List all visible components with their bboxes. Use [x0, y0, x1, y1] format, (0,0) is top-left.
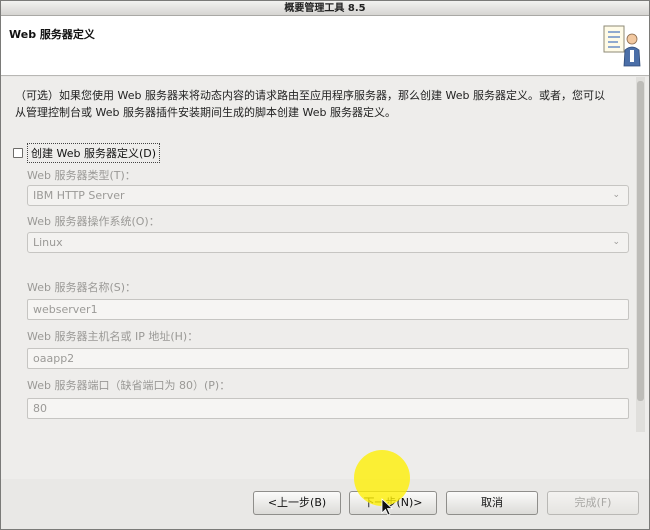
page-title: Web 服务器定义 — [9, 28, 95, 41]
wizard-content: （可选）如果您使用 Web 服务器来将动态内容的请求路由至应用程序服务器，那么创… — [1, 77, 649, 479]
mouse-pointer-icon — [381, 498, 394, 516]
chevron-down-icon: ⌄ — [612, 237, 620, 247]
wizard-window: 概要管理工具 8.5 Web 服务器定义 （可选）如果您使用 Web 服务器来将… — [0, 0, 650, 530]
intro-text: （可选）如果您使用 Web 服务器来将动态内容的请求路由至应用程序服务器，那么创… — [15, 87, 635, 121]
port-label: Web 服务器端口（缺省端口为 80）(P)： — [27, 379, 231, 392]
server-name-label: Web 服务器名称(S)： — [27, 281, 137, 294]
cancel-button[interactable]: 取消 — [446, 491, 538, 515]
create-web-server-checkbox[interactable] — [13, 148, 23, 158]
server-type-select[interactable]: IBM HTTP Server ⌄ — [27, 185, 629, 206]
create-web-server-label[interactable]: 创建 Web 服务器定义(D) — [27, 143, 161, 163]
server-os-select[interactable]: Linux ⌄ — [27, 232, 629, 253]
wizard-document-person-icon — [601, 20, 643, 70]
finish-button[interactable]: 完成(F) — [547, 491, 639, 515]
intro-line-2: 从管理控制台或 Web 服务器插件安装期间生成的脚本创建 Web 服务器定义。 — [15, 106, 396, 119]
server-type-label: Web 服务器类型(T)： — [27, 169, 136, 182]
intro-line-1: （可选）如果您使用 Web 服务器来将动态内容的请求路由至应用程序服务器，那么创… — [15, 89, 605, 102]
server-os-label: Web 服务器操作系统(O)： — [27, 215, 160, 228]
host-name-label: Web 服务器主机名或 IP 地址(H)： — [27, 330, 199, 343]
server-type-value: IBM HTTP Server — [33, 189, 125, 202]
window-title: 概要管理工具 8.5 — [1, 1, 649, 16]
vertical-scrollbar[interactable] — [636, 77, 645, 432]
wizard-header: Web 服务器定义 — [1, 16, 649, 76]
chevron-down-icon: ⌄ — [612, 190, 620, 200]
server-name-input[interactable]: webserver1 — [27, 299, 629, 320]
port-input[interactable]: 80 — [27, 398, 629, 419]
host-name-input[interactable]: oaapp2 — [27, 348, 629, 369]
scrollbar-thumb[interactable] — [637, 81, 644, 401]
create-web-server-row[interactable]: 创建 Web 服务器定义(D) — [13, 143, 161, 163]
server-os-value: Linux — [33, 236, 63, 249]
back-button[interactable]: <上一步(B) — [253, 491, 341, 515]
wizard-button-bar: <上一步(B) 下一步(N)> 取消 完成(F) — [1, 479, 649, 529]
